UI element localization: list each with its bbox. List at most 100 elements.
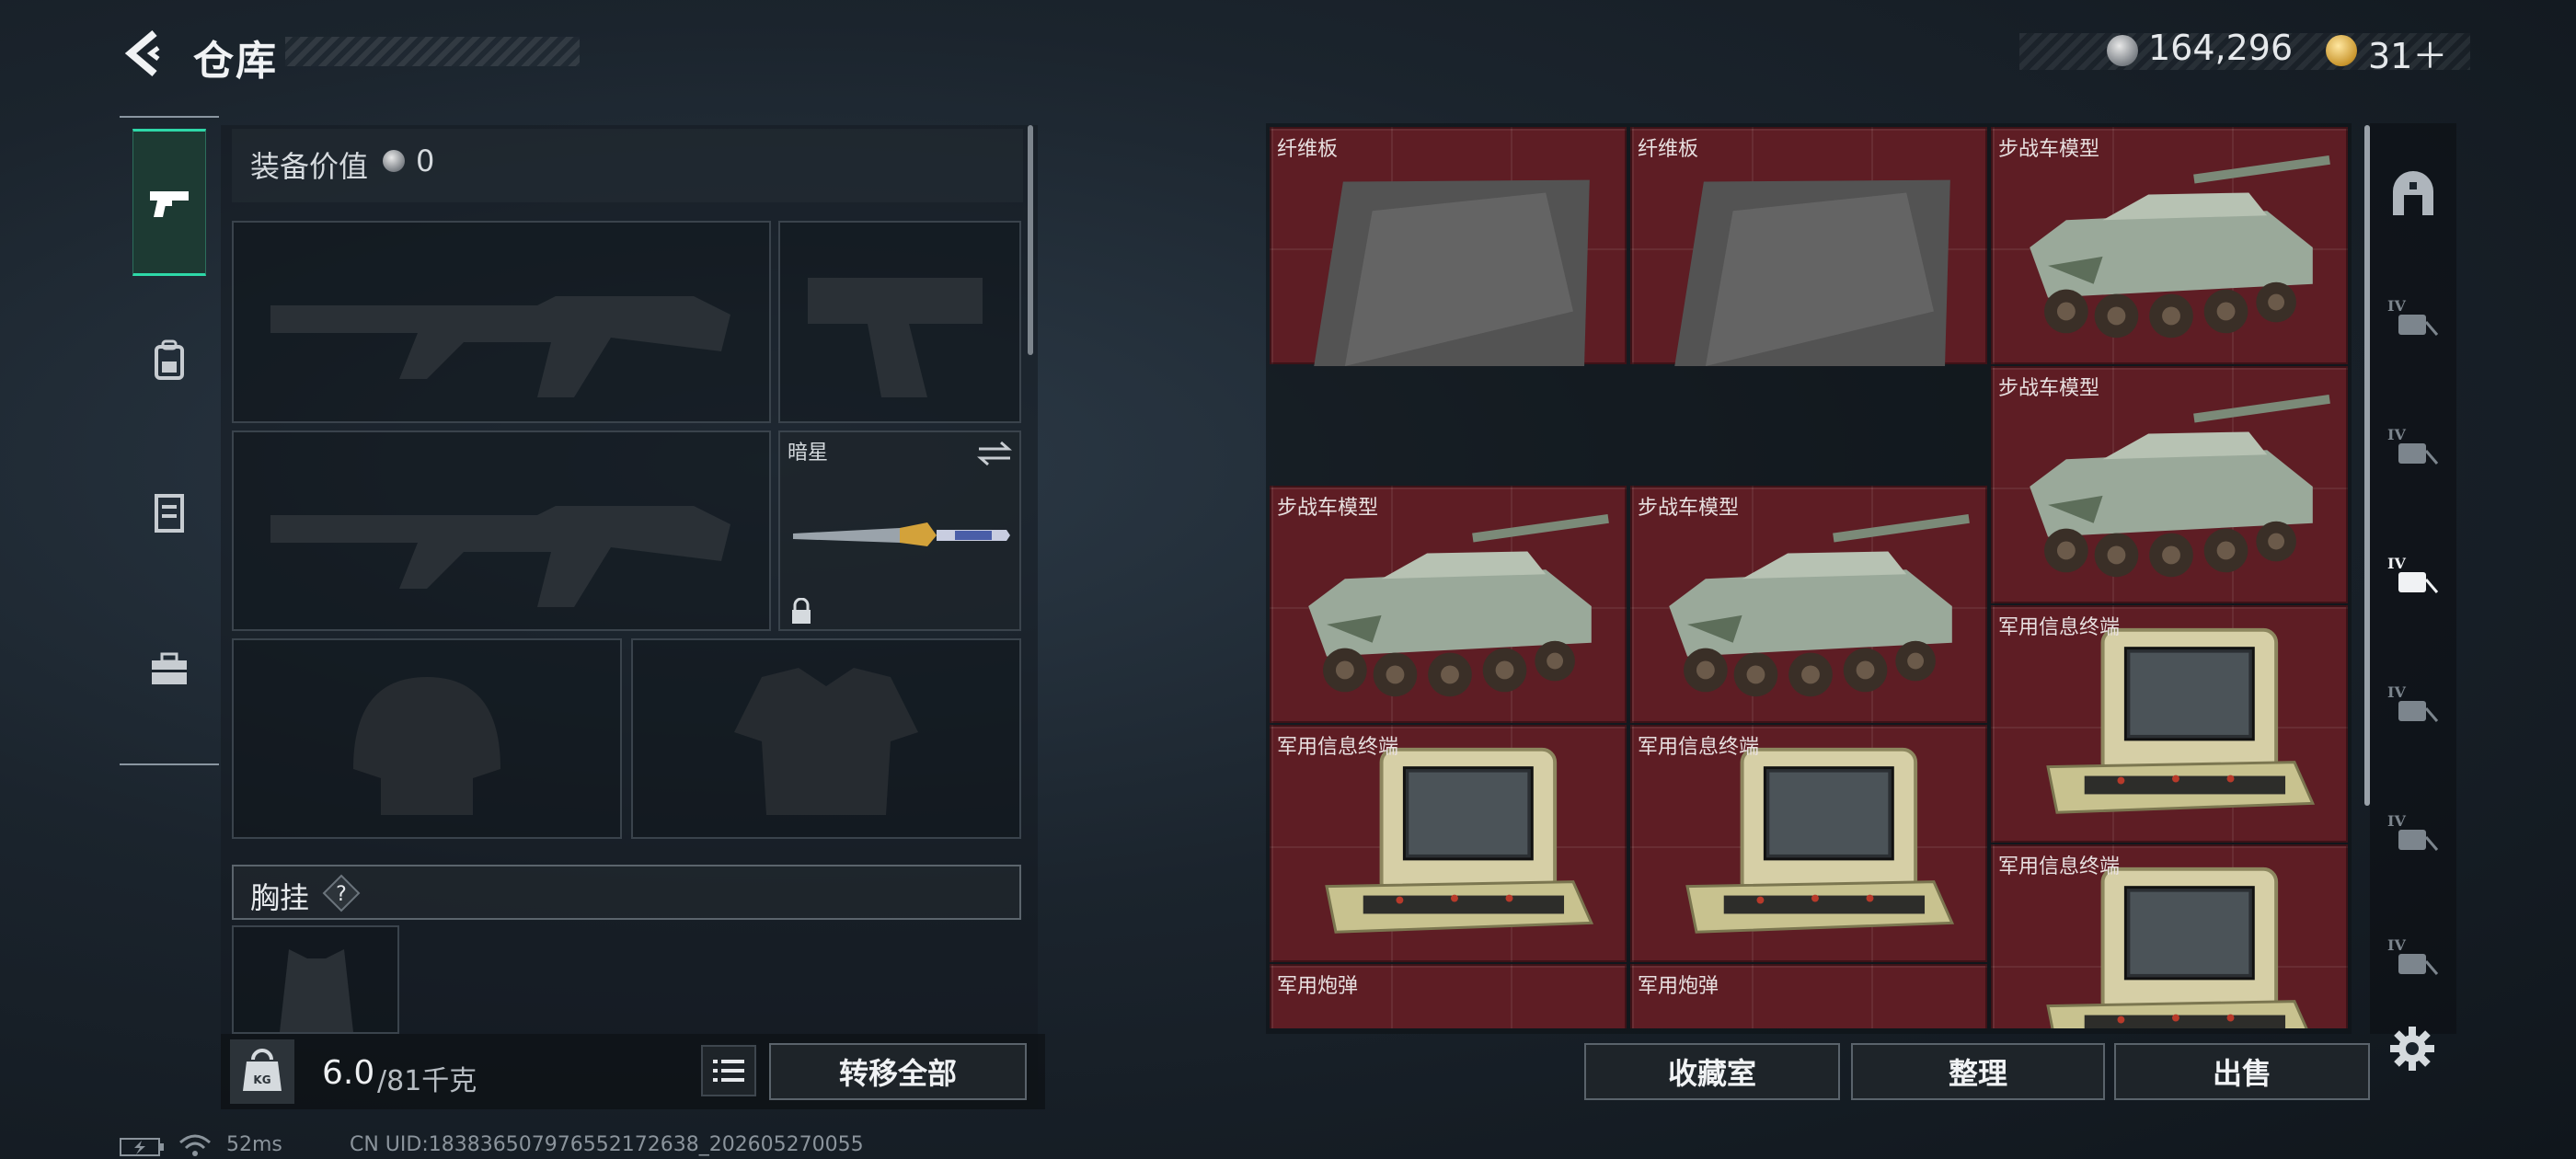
ifv-model-image (2030, 155, 2330, 339)
storage-item-terminal[interactable]: 军用信息终端 (1630, 725, 1987, 962)
armor-slot[interactable] (631, 638, 1021, 839)
vest-icon (155, 494, 184, 533)
pistol-silhouette-icon (808, 278, 983, 397)
storage-item-shell[interactable]: 军用炮弹 (1270, 964, 1627, 1028)
storage-item-fiberboard[interactable]: 纤维板 (1630, 127, 1987, 366)
storage-tab-iv-1[interactable]: IV (2377, 281, 2449, 354)
ifv-model-image (1308, 513, 1609, 697)
fiberboard-image (1314, 179, 1590, 366)
svg-text:IV: IV (2387, 812, 2406, 830)
nav-vest[interactable] (132, 440, 206, 587)
storage-item-label: 步战车模型 (1277, 497, 1379, 520)
sell-button[interactable]: 出售 (2114, 1043, 2370, 1100)
storage-item-label: 纤维板 (1277, 138, 1339, 161)
storage-item-label: 军用信息终端 (1277, 736, 1399, 759)
equipment-category-nav (120, 116, 219, 765)
storage-tab-iv-3[interactable]: IV (2377, 538, 2449, 612)
back-arrow-icon[interactable] (118, 26, 173, 81)
nav-weapons[interactable] (132, 129, 206, 276)
storage-item-ifv[interactable]: 步战车模型 (1991, 127, 2348, 364)
storage-item-shell[interactable]: 军用炮弹 (1630, 964, 1987, 1028)
iv-tab-icon: IV (2387, 297, 2439, 336)
chest-rig-silhouette-icon (280, 949, 353, 1032)
help-icon[interactable]: ? (322, 874, 361, 912)
list-view-button[interactable] (701, 1045, 756, 1096)
transfer-all-button[interactable]: 转移全部 (769, 1043, 1027, 1100)
ifv-model-image (1669, 513, 1970, 697)
sidearm-slot[interactable] (778, 221, 1021, 423)
gold-coin-icon (2326, 35, 2357, 66)
fiberboard-image (1674, 179, 1950, 366)
storage-tab-iv-2[interactable]: IV (2377, 409, 2449, 483)
storage-item-label: 步战车模型 (1638, 497, 1740, 520)
user-uid: CN UID:18383650797655217263​8_2026052700… (350, 1133, 864, 1156)
helmet-slot[interactable] (232, 638, 622, 839)
storage-item-ifv[interactable]: 步战车模型 (1270, 486, 1627, 723)
silver-coin-icon (2107, 35, 2138, 66)
page-title: 仓库 (193, 38, 278, 85)
weight-current: 6.0 (322, 1054, 375, 1092)
svg-text:IV: IV (2387, 555, 2406, 572)
gold-currency-amount[interactable]: 31＋ (2368, 28, 2447, 78)
storage-item-terminal[interactable]: 军用信息终端 (1270, 725, 1627, 962)
storage-item-label: 纤维板 (1638, 138, 1699, 161)
storage-item-label: 步战车模型 (1998, 138, 2100, 161)
silver-coin-icon (383, 150, 405, 172)
svg-text:IV: IV (2387, 683, 2406, 701)
weight-icon-box: KG (230, 1039, 294, 1104)
storage-item-label: 军用信息终端 (1998, 855, 2121, 878)
svg-text:IV: IV (2387, 297, 2406, 315)
equipment-scrollbar[interactable] (1028, 125, 1033, 355)
storage-tab-iv-5[interactable]: IV (2377, 796, 2449, 869)
storage-item-label: 步战车模型 (1998, 377, 2100, 400)
primary-weapon-slot[interactable] (232, 221, 771, 423)
melee-slot[interactable]: 暗星 (778, 430, 1021, 631)
storage-grid: 纤维板 纤维板 步战车模型 步战车模型 步战车模型 步战车模型 军用信息终端 军… (1270, 127, 2348, 1028)
title-stripe-decoration (285, 37, 580, 66)
backpack-icon (155, 339, 184, 380)
military-terminal-image (1325, 747, 1594, 934)
body-armor-silhouette-icon (734, 668, 918, 815)
military-terminal-image (1685, 747, 1955, 934)
storage-item-terminal[interactable]: 军用信息终端 (1991, 844, 2348, 1028)
storage-item-terminal[interactable]: 军用信息终端 (1991, 605, 2348, 843)
weight-max: /81千克 (377, 1065, 477, 1097)
collection-room-button[interactable]: 收藏室 (1584, 1043, 1840, 1100)
rifle-silhouette-icon (270, 506, 730, 607)
arch-icon (2393, 171, 2433, 215)
storage-tab-main[interactable] (2377, 156, 2449, 230)
storage-tab-iv-6[interactable]: IV (2377, 920, 2449, 993)
nav-case[interactable] (132, 596, 206, 743)
help-mark: ? (336, 883, 347, 906)
storage-tab-iv-4[interactable]: IV (2377, 667, 2449, 740)
gear-icon[interactable] (2388, 1025, 2436, 1073)
silver-currency-amount: 164,296 (2148, 28, 2294, 68)
storage-item-label: 军用信息终端 (1638, 736, 1760, 759)
secondary-weapon-slot[interactable] (232, 430, 771, 631)
ifv-model-image (2030, 394, 2330, 578)
toolbox-icon (152, 652, 187, 684)
chest-rig-label: 胸挂 (250, 880, 310, 915)
knife-icon (793, 522, 1010, 546)
military-terminal-image (2046, 627, 2316, 814)
equipment-value-amount: 0 (416, 143, 435, 178)
iv-tab-icon: IV (2387, 426, 2439, 465)
svg-text:KG: KG (253, 1073, 270, 1086)
storage-item-ifv[interactable]: 步战车模型 (1630, 486, 1987, 723)
network-ping: 52ms (226, 1133, 282, 1156)
equipment-value-label: 装备价值 (250, 149, 369, 184)
chest-rig-slot[interactable] (232, 925, 399, 1034)
battery-icon (120, 1138, 164, 1156)
sort-button[interactable]: 整理 (1851, 1043, 2105, 1100)
wifi-icon (179, 1134, 211, 1156)
helmet-silhouette-icon (353, 677, 500, 815)
swap-arrows-icon[interactable] (977, 440, 1012, 467)
storage-item-ifv[interactable]: 步战车模型 (1991, 366, 2348, 603)
iv-tab-icon: IV (2387, 683, 2439, 722)
nav-backpack[interactable] (132, 287, 206, 434)
pistol-icon (150, 191, 189, 217)
lock-icon (792, 598, 811, 624)
kettlebell-icon: KG (243, 1049, 282, 1091)
list-icon (713, 1060, 744, 1082)
storage-item-fiberboard[interactable]: 纤维板 (1270, 127, 1627, 366)
